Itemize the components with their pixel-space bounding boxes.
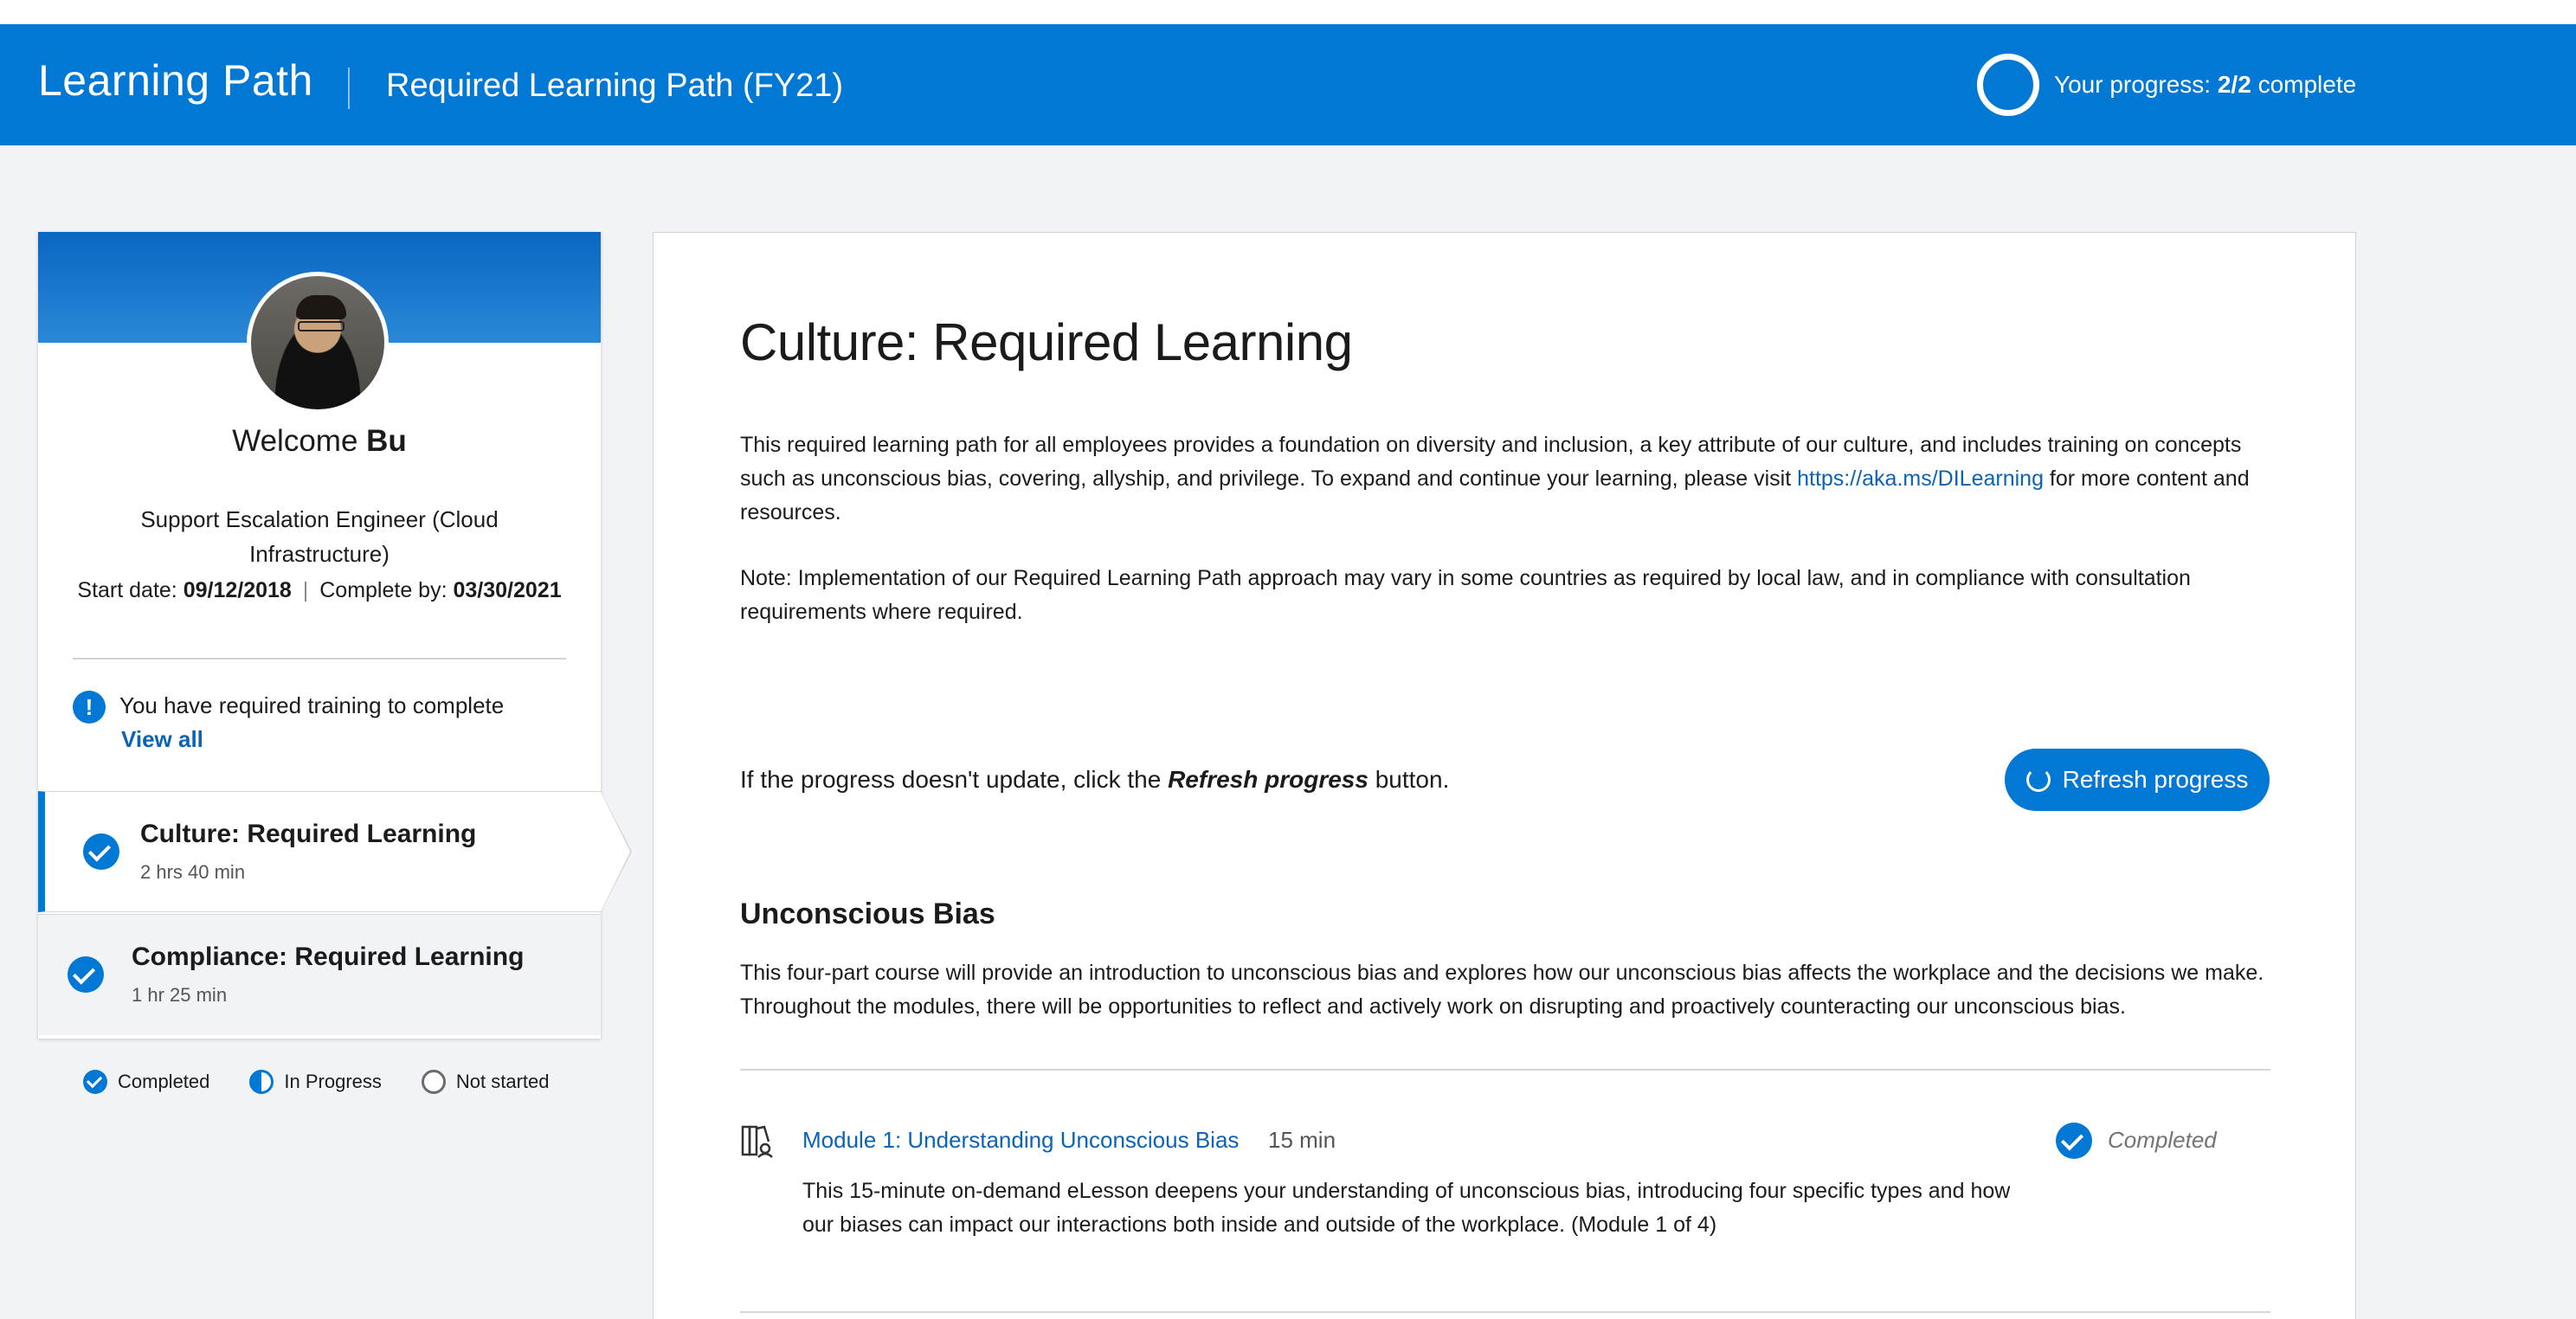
refresh-note-end: button.	[1368, 766, 1450, 793]
course-book-icon	[741, 1125, 773, 1158]
avatar-hair	[296, 295, 346, 319]
not-started-icon	[421, 1070, 446, 1094]
user-name: Bu	[366, 424, 407, 458]
app-title[interactable]: Learning Path	[38, 55, 313, 106]
refresh-icon	[2025, 768, 2051, 792]
info-alert-icon: !	[73, 691, 106, 724]
module-divider	[740, 1311, 2270, 1313]
in-progress-icon	[249, 1070, 274, 1094]
module-status: Completed	[2108, 1127, 2217, 1153]
refresh-note-emphasis: Refresh progress	[1168, 766, 1368, 793]
di-learning-link[interactable]: https://aka.ms/DILearning	[1797, 466, 2044, 491]
status-legend: Completed In Progress Not started	[83, 1070, 589, 1094]
header-divider	[348, 68, 350, 109]
implementation-note: Note: Implementation of our Required Lea…	[740, 566, 2191, 624]
progress-suffix: complete	[2257, 71, 2357, 98]
module-duration: 15 min	[1268, 1127, 1336, 1153]
complete-by-date: 03/30/2021	[453, 578, 562, 602]
profile-card: Welcome Bu Support Escalation Engineer (…	[38, 232, 632, 1039]
section-title: Unconscious Bias	[740, 898, 995, 930]
top-strip	[0, 0, 2576, 24]
path-item-compliance[interactable]: Compliance: Required Learning 1 hr 25 mi…	[38, 914, 601, 1035]
legend-completed-label: Completed	[118, 1071, 210, 1092]
learning-path-title: Required Learning Path (FY21)	[386, 68, 844, 104]
path-item-title: Compliance: Required Learning	[132, 943, 525, 971]
legend-completed: Completed	[83, 1070, 209, 1094]
active-arrow	[601, 792, 630, 911]
dates-line: Start date: 09/12/2018 | Complete by: 03…	[38, 578, 601, 603]
section-divider	[740, 1069, 2270, 1071]
module-description: This 15-minute on-demand eLesson deepens…	[802, 1179, 2011, 1237]
refresh-button-label: Refresh progress	[2062, 766, 2249, 793]
legend-in-progress-label: In Progress	[284, 1071, 382, 1092]
view-all-link[interactable]: View all	[121, 726, 203, 753]
start-date: 09/12/2018	[183, 578, 292, 602]
refresh-progress-button[interactable]: Refresh progress	[2005, 749, 2270, 811]
path-item-title: Culture: Required Learning	[140, 820, 477, 848]
refresh-note-start: If the progress doesn't update, click th…	[740, 766, 1169, 793]
legend-not-started-label: Not started	[455, 1071, 550, 1092]
completed-icon	[83, 1070, 107, 1094]
module-completed-check-icon	[2056, 1123, 2092, 1159]
required-training-alert: You have required training to complete	[119, 692, 505, 718]
completed-check-icon	[83, 833, 119, 870]
path-item-duration: 2 hrs 40 min	[140, 861, 246, 883]
module-title-link[interactable]: Module 1: Understanding Unconscious Bias	[802, 1127, 1239, 1154]
date-separator: |	[302, 578, 309, 602]
section-description: This four-part course will provide an in…	[740, 961, 2264, 1019]
progress-value: 2/2	[2217, 71, 2251, 98]
start-date-label: Start date:	[77, 578, 177, 602]
path-description: This required learning path for all empl…	[740, 428, 2281, 530]
profile-divider	[73, 658, 566, 660]
legend-not-started: Not started	[421, 1070, 550, 1094]
page-title: Culture: Required Learning	[740, 313, 1353, 371]
progress-label: Your progress:	[2054, 71, 2212, 98]
legend-in-progress: In Progress	[249, 1070, 382, 1094]
path-item-culture[interactable]: Culture: Required Learning 2 hrs 40 min	[38, 791, 632, 912]
avatar	[247, 272, 389, 414]
app-header: Learning Path Required Learning Path (FY…	[0, 24, 2576, 145]
main-panel: Culture: Required Learning This required…	[653, 232, 2356, 1319]
complete-by-label: Complete by:	[319, 578, 448, 602]
completed-check-icon	[68, 956, 104, 993]
refresh-note: If the progress doesn't update, click th…	[740, 766, 1449, 794]
avatar-glasses	[298, 321, 345, 331]
welcome-label: Welcome	[232, 424, 358, 458]
welcome-text: Welcome Bu	[38, 424, 601, 459]
path-item-duration: 1 hr 25 min	[132, 984, 228, 1006]
progress-ring-icon	[1977, 54, 2039, 116]
progress-summary: Your progress: 2/2 complete	[2054, 71, 2356, 99]
job-title: Support Escalation Engineer (Cloud Infra…	[140, 506, 499, 567]
